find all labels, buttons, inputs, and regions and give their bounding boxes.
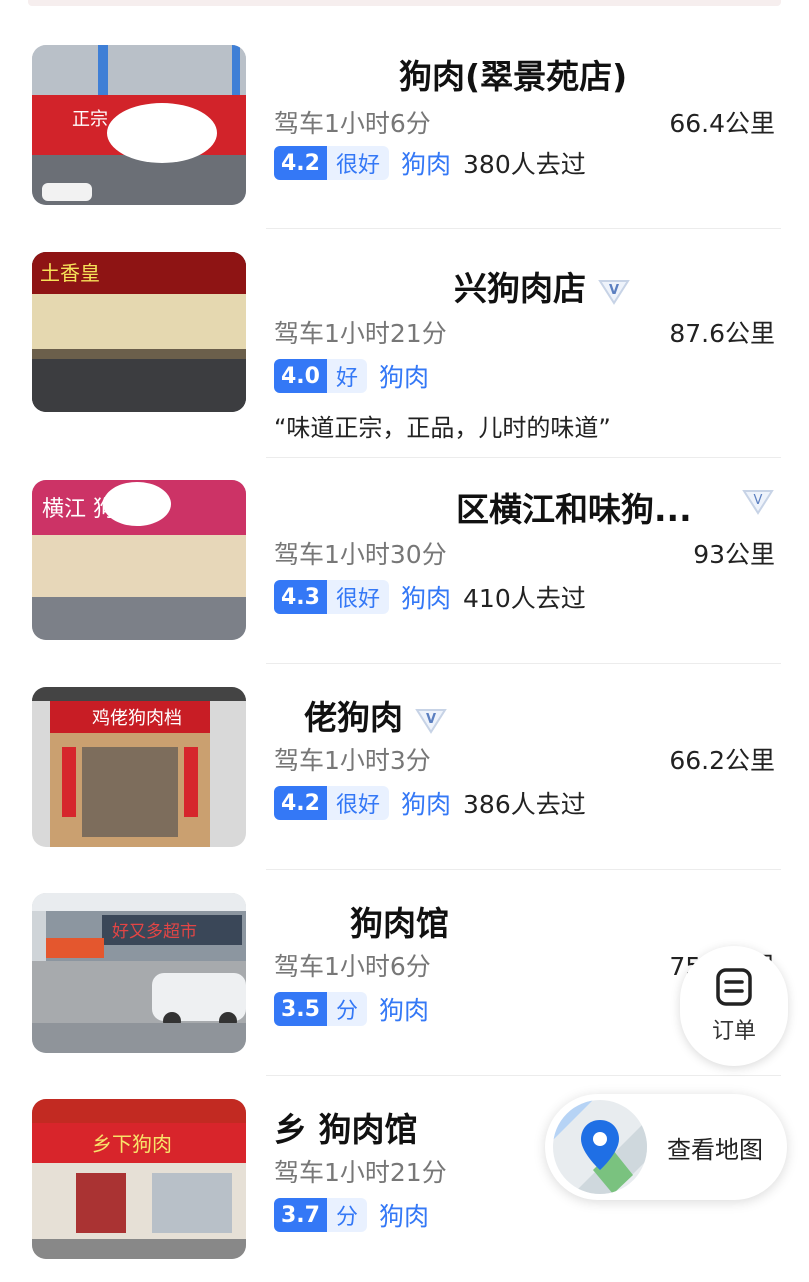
rating-score: 4.0	[274, 359, 327, 393]
order-icon	[716, 968, 752, 1006]
list-item[interactable]: 正宗 狗肉(翠景苑店) 驾车1小时6分 66.4公里 4.2 很好 狗肉 380…	[0, 22, 809, 229]
rating-level: 好	[326, 359, 367, 393]
drive-time: 驾车1小时6分	[274, 952, 431, 981]
sign-text: 好又多超市	[112, 922, 197, 942]
rating-level: 分	[326, 992, 367, 1026]
restaurant-name[interactable]: 区横江和味狗...	[456, 483, 692, 531]
distance: 87.6公里	[669, 319, 775, 348]
sign-text: 正宗	[72, 109, 108, 130]
category-tag[interactable]: 狗肉	[379, 1197, 429, 1233]
category-tag[interactable]: 狗肉	[401, 145, 451, 181]
distance: 66.2公里	[669, 746, 775, 775]
rating-level: 很好	[326, 580, 389, 614]
restaurant-photo: 正宗	[32, 45, 246, 205]
rating-row: 4.0 好 狗肉	[274, 358, 429, 394]
drive-time: 驾车1小时3分	[274, 746, 431, 775]
restaurant-name-text: 兴狗肉店	[454, 269, 586, 308]
restaurant-name[interactable]: 狗肉(翠景苑店)	[399, 50, 627, 98]
restaurant-photo: 鸡佬狗肉档	[32, 687, 246, 847]
drive-time: 驾车1小时6分	[274, 109, 431, 138]
verified-icon: V	[598, 279, 630, 305]
category-tag[interactable]: 狗肉	[401, 785, 451, 821]
svg-text:V: V	[754, 493, 763, 508]
rating-score: 3.5	[274, 992, 327, 1026]
rating-level: 很好	[326, 786, 389, 820]
sign-text: 乡下狗肉	[92, 1132, 172, 1156]
view-map-label: 查看地图	[667, 1135, 763, 1164]
visit-count: 380人去过	[463, 150, 586, 179]
verified-icon: V	[415, 708, 447, 734]
rating-badge: 3.7 分	[274, 1198, 367, 1232]
rating-level: 很好	[326, 146, 389, 180]
restaurant-name-text: 佬狗肉	[304, 698, 403, 737]
restaurant-photo: 好又多超市	[32, 893, 246, 1053]
order-button[interactable]: 订单	[680, 946, 788, 1066]
rating-badge: 4.2 很好	[274, 786, 389, 820]
rating-row: 4.2 很好 狗肉 386人去过	[274, 785, 586, 821]
view-map-button[interactable]: 查看地图	[545, 1094, 787, 1200]
svg-text:V: V	[426, 712, 436, 727]
rating-level: 分	[326, 1198, 367, 1232]
rating-row: 3.5 分 狗肉	[274, 991, 429, 1027]
order-label: 订单	[711, 1019, 756, 1044]
restaurant-list: 正宗 狗肉(翠景苑店) 驾车1小时6分 66.4公里 4.2 很好 狗肉 380…	[0, 22, 809, 1281]
restaurant-name[interactable]: 兴狗肉店 V	[454, 262, 632, 310]
category-tag[interactable]: 狗肉	[379, 358, 429, 394]
rating-score: 3.7	[274, 1198, 327, 1232]
restaurant-name[interactable]: 乡 狗肉馆	[274, 1103, 418, 1151]
sign-text: 土香皇	[40, 261, 100, 285]
restaurant-photo: 乡下狗肉	[32, 1099, 246, 1259]
rating-badge: 4.3 很好	[274, 580, 389, 614]
rating-badge: 4.2 很好	[274, 146, 389, 180]
list-item[interactable]: 横江 狗肉 区横江和味狗... V 驾车1小时30分 93公里 4.3 很好 狗…	[0, 457, 809, 664]
top-edge	[28, 0, 781, 6]
rating-row: 3.7 分 狗肉	[274, 1197, 429, 1233]
visit-count: 386人去过	[463, 790, 586, 819]
restaurant-photo: 土香皇	[32, 252, 246, 412]
distance: 93公里	[693, 540, 775, 569]
rating-row: 4.2 很好 狗肉 380人去过	[274, 145, 586, 181]
restaurant-name[interactable]: 佬狗肉 V	[304, 691, 449, 739]
rating-score: 4.2	[274, 786, 327, 820]
rating-score: 4.2	[274, 146, 327, 180]
visit-count: 410人去过	[463, 584, 586, 613]
list-item[interactable]: 鸡佬狗肉档 佬狗肉 V 驾车1小时3分 66.2公里 4.2 很好 狗肉 386人…	[0, 663, 809, 870]
sign-text: 鸡佬狗肉档	[92, 708, 182, 729]
rating-row: 4.3 很好 狗肉 410人去过	[274, 579, 586, 615]
list-item[interactable]: 土香皇 兴狗肉店 V 驾车1小时21分 87.6公里 4.0 好 狗肉 “味道正宗…	[0, 228, 809, 458]
category-tag[interactable]: 狗肉	[379, 991, 429, 1027]
drive-time: 驾车1小时30分	[274, 540, 447, 569]
drive-time: 驾车1小时21分	[274, 1158, 447, 1187]
rating-badge: 3.5 分	[274, 992, 367, 1026]
distance: 66.4公里	[669, 109, 775, 138]
category-tag[interactable]: 狗肉	[401, 579, 451, 615]
restaurant-photo: 横江 狗肉	[32, 480, 246, 640]
drive-time: 驾车1小时21分	[274, 319, 447, 348]
svg-text:V: V	[609, 283, 619, 298]
map-pin-icon	[553, 1100, 647, 1194]
rating-badge: 4.0 好	[274, 359, 367, 393]
review-snippet: “味道正宗，正品，儿时的味道”	[274, 414, 611, 442]
restaurant-name[interactable]: 狗肉馆	[350, 897, 449, 945]
verified-icon: V	[742, 490, 774, 515]
rating-score: 4.3	[274, 580, 327, 614]
